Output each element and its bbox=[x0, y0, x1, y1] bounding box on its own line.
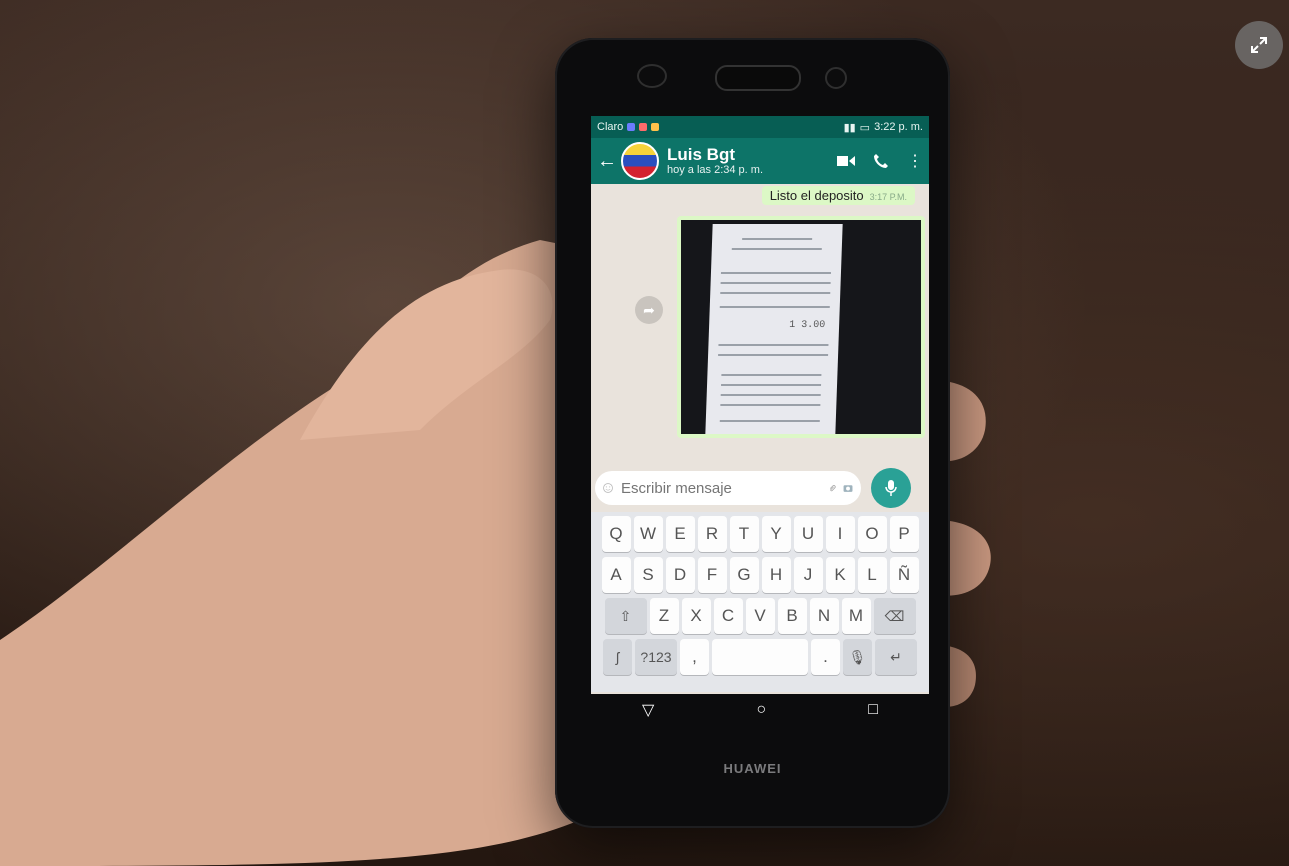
key-f[interactable]: F bbox=[697, 557, 727, 593]
key-g[interactable]: G bbox=[729, 557, 759, 593]
mic-button[interactable] bbox=[871, 468, 911, 508]
mic-icon bbox=[885, 480, 897, 496]
carrier-label: Claro bbox=[597, 121, 624, 133]
backspace-icon: ⌫ bbox=[884, 607, 905, 624]
signal-icon: ▮▮ bbox=[843, 121, 856, 134]
key-y[interactable]: Y bbox=[761, 516, 791, 552]
earpiece bbox=[715, 65, 801, 91]
more-icon[interactable]: ⋮ bbox=[907, 151, 923, 171]
message-input-pill[interactable] bbox=[595, 471, 861, 505]
swipe-icon: ʃ bbox=[615, 649, 620, 665]
receipt-amount: 1 3.00 bbox=[788, 320, 826, 331]
key-m[interactable]: M bbox=[841, 598, 871, 634]
phone-screen: Claro ▮▮ ▭ 3:22 p. m. ← Luis Bgt hoy a l… bbox=[591, 116, 929, 726]
receipt: 1 3.00 bbox=[705, 224, 843, 434]
status-bar: Claro ▮▮ ▭ 3:22 p. m. bbox=[591, 116, 929, 138]
camera-icon[interactable] bbox=[843, 480, 853, 496]
key-i[interactable]: I bbox=[825, 516, 855, 552]
key-q[interactable]: Q bbox=[601, 516, 631, 552]
enter-key[interactable]: ↵ bbox=[875, 639, 917, 675]
keyboard-row-3: ⇧ Z X C V B N M ⌫ bbox=[593, 598, 927, 634]
back-arrow-icon[interactable]: ← bbox=[597, 150, 617, 173]
key-t[interactable]: T bbox=[729, 516, 759, 552]
image-message[interactable]: 1 3.00 bbox=[677, 216, 925, 438]
key-u[interactable]: U bbox=[793, 516, 823, 552]
key-a[interactable]: A bbox=[601, 557, 631, 593]
voice-key[interactable]: 🎙 bbox=[843, 639, 872, 675]
period-key[interactable]: . bbox=[811, 639, 840, 675]
notification-icon bbox=[627, 123, 636, 131]
attach-icon[interactable] bbox=[828, 480, 837, 496]
enter-icon: ↵ bbox=[890, 648, 902, 665]
keyboard-row-4: ʃ ?123 , . 🎙 ↵ bbox=[593, 639, 927, 675]
key-z[interactable]: Z bbox=[649, 598, 679, 634]
phone-icon[interactable] bbox=[873, 153, 889, 169]
keyboard: Q W E R T Y U I O P A S D F G H J K L Ñ … bbox=[591, 512, 929, 692]
chat-header: ← Luis Bgt hoy a las 2:34 p. m. ⋮ bbox=[591, 138, 929, 184]
message-input-bar bbox=[591, 466, 929, 510]
key-w[interactable]: W bbox=[633, 516, 663, 552]
battery-icon: ▭ bbox=[859, 121, 871, 134]
expand-icon bbox=[1251, 37, 1267, 53]
front-sensor bbox=[637, 64, 667, 88]
numbers-key[interactable]: ?123 bbox=[635, 639, 677, 675]
key-c[interactable]: C bbox=[713, 598, 743, 634]
receipt-photo: 1 3.00 bbox=[681, 220, 921, 434]
nav-recents-icon[interactable]: □ bbox=[868, 701, 878, 719]
key-p[interactable]: P bbox=[889, 516, 919, 552]
key-v[interactable]: V bbox=[745, 598, 775, 634]
last-seen: hoy a las 2:34 p. m. bbox=[667, 164, 763, 177]
key-e[interactable]: E bbox=[665, 516, 695, 552]
space-key[interactable] bbox=[712, 639, 808, 675]
key-s[interactable]: S bbox=[633, 557, 663, 593]
message-text: Listo el deposito bbox=[769, 188, 864, 203]
key-enye[interactable]: Ñ bbox=[889, 557, 919, 593]
key-k[interactable]: K bbox=[825, 557, 855, 593]
key-x[interactable]: X bbox=[681, 598, 711, 634]
device-brand: HUAWEI bbox=[723, 761, 782, 776]
contact-name: Luis Bgt bbox=[667, 144, 735, 164]
forward-icon[interactable]: ➦ bbox=[635, 296, 663, 324]
nav-home-icon[interactable]: ○ bbox=[756, 701, 766, 719]
key-h[interactable]: H bbox=[761, 557, 791, 593]
avatar[interactable] bbox=[621, 142, 659, 180]
key-d[interactable]: D bbox=[665, 557, 695, 593]
video-call-icon[interactable] bbox=[837, 154, 855, 168]
emoji-icon[interactable] bbox=[603, 479, 613, 497]
key-j[interactable]: J bbox=[793, 557, 823, 593]
message-input[interactable] bbox=[619, 478, 823, 498]
contact-info[interactable]: Luis Bgt hoy a las 2:34 p. m. bbox=[667, 144, 837, 177]
key-n[interactable]: N bbox=[809, 598, 839, 634]
shift-icon: ⇧ bbox=[619, 607, 632, 624]
message-bubble[interactable]: Listo el deposito 3:17 P.M. bbox=[761, 186, 915, 205]
keyboard-row-1: Q W E R T Y U I O P bbox=[593, 516, 927, 552]
backspace-key[interactable]: ⌫ bbox=[873, 598, 916, 634]
key-o[interactable]: O bbox=[857, 516, 887, 552]
comma-key[interactable]: , bbox=[680, 639, 709, 675]
keyboard-row-2: A S D F G H J K L Ñ bbox=[593, 557, 927, 593]
notification-icon bbox=[651, 123, 660, 131]
clock-label: 3:22 p. m. bbox=[874, 121, 923, 133]
front-camera bbox=[825, 67, 847, 89]
mic-icon: 🎙 bbox=[848, 648, 867, 665]
key-b[interactable]: B bbox=[777, 598, 807, 634]
notification-icon bbox=[639, 123, 648, 131]
swipe-key[interactable]: ʃ bbox=[603, 639, 632, 675]
message-time: 3:17 P.M. bbox=[869, 192, 907, 202]
nav-back-icon[interactable]: ▽ bbox=[642, 700, 654, 720]
android-navbar: ▽ ○ □ bbox=[591, 694, 929, 726]
expand-button[interactable] bbox=[1235, 21, 1283, 69]
key-r[interactable]: R bbox=[697, 516, 727, 552]
phone: Claro ▮▮ ▭ 3:22 p. m. ← Luis Bgt hoy a l… bbox=[555, 38, 950, 828]
shift-key[interactable]: ⇧ bbox=[604, 598, 647, 634]
key-l[interactable]: L bbox=[857, 557, 887, 593]
